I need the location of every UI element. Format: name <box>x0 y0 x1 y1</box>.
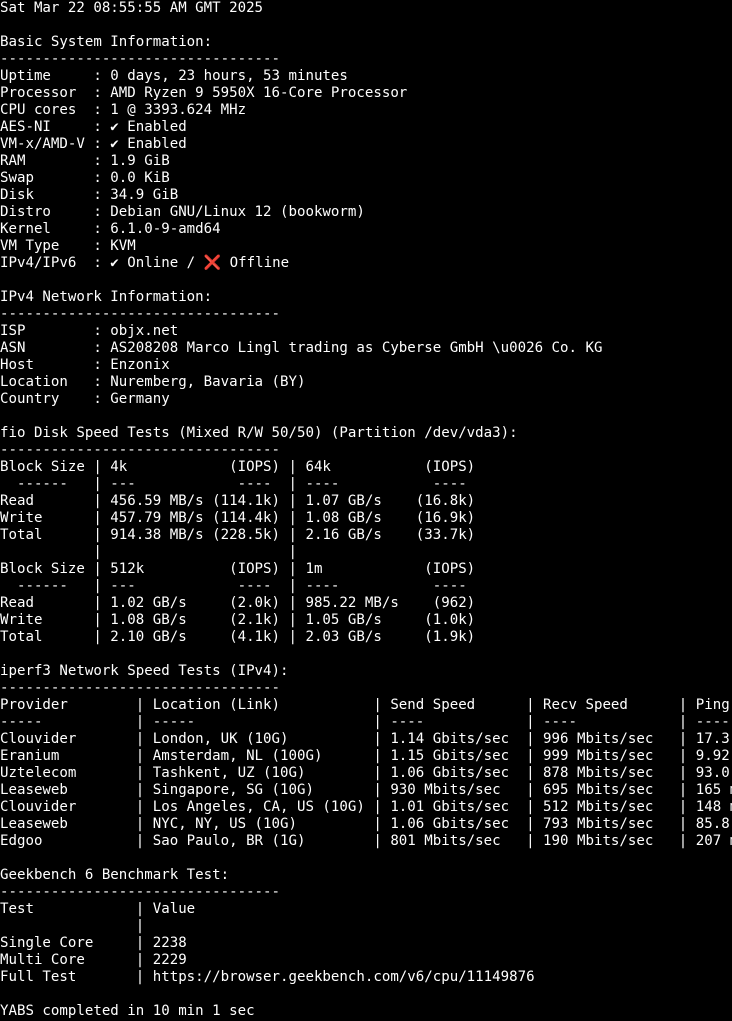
terminal-line: Read | 456.59 MB/s (114.1k) | 1.07 GB/s … <box>0 493 476 509</box>
terminal-line: Disk : 34.9 GiB <box>0 187 179 203</box>
terminal-line: Block Size | 512k (IOPS) | 1m (IOPS) <box>0 561 476 577</box>
terminal-line: VM-x/AMD-V : ✔ Enabled <box>0 136 187 152</box>
terminal-line: Sat Mar 22 08:55:55 AM GMT 2025 <box>0 0 264 16</box>
terminal-line: Kernel : 6.1.0-9-amd64 <box>0 221 221 237</box>
terminal-line: IPv4/IPv6 : ✔ Online / ❌ Offline <box>0 255 290 271</box>
terminal-line: Clouvider | London, UK (10G) | 1.14 Gbit… <box>0 731 732 747</box>
terminal-line: --------------------------------- <box>0 51 281 67</box>
terminal-output[interactable]: Sat Mar 22 08:55:55 AM GMT 2025 Basic Sys… <box>0 0 732 1021</box>
terminal-line: Clouvider | Los Angeles, CA, US (10G) | … <box>0 799 732 815</box>
terminal-line: Write | 1.08 GB/s (2.1k) | 1.05 GB/s (1.… <box>0 612 476 628</box>
terminal-line: Edgoo | Sao Paulo, BR (1G) | 801 Mbits/s… <box>0 833 732 849</box>
terminal-line: Processor : AMD Ryzen 9 5950X 16-Core Pr… <box>0 85 408 101</box>
terminal-line: RAM : 1.9 GiB <box>0 153 170 169</box>
terminal-line: --------------------------------- <box>0 884 281 900</box>
terminal-line: Country : Germany <box>0 391 170 407</box>
terminal-line: Distro : Debian GNU/Linux 12 (bookworm) <box>0 204 365 220</box>
terminal-line: iperf3 Network Speed Tests (IPv4): <box>0 663 289 679</box>
terminal-line: --------------------------------- <box>0 442 281 458</box>
terminal-line: Full Test | https://browser.geekbench.co… <box>0 969 535 985</box>
terminal-line: Total | 2.10 GB/s (4.1k) | 2.03 GB/s (1.… <box>0 629 476 645</box>
terminal-line: Multi Core | 2229 <box>0 952 187 968</box>
terminal-line: Basic System Information: <box>0 34 213 50</box>
terminal-line: Single Core | 2238 <box>0 935 187 951</box>
terminal-line: --------------------------------- <box>0 680 281 696</box>
terminal-line: ASN : AS208208 Marco Lingl trading as Cy… <box>0 340 603 356</box>
terminal-line: Uptime : 0 days, 23 hours, 53 minutes <box>0 68 348 84</box>
terminal-line: ----- | ----- | ---- | ---- | ---- <box>0 714 730 730</box>
terminal-line: fio Disk Speed Tests (Mixed R/W 50/50) (… <box>0 425 518 441</box>
terminal-line: ------ | --- ---- | ---- ---- <box>0 476 467 492</box>
terminal-line: | <box>0 918 145 934</box>
terminal-line: Read | 1.02 GB/s (2.0k) | 985.22 MB/s (9… <box>0 595 476 611</box>
terminal-line: Block Size | 4k (IOPS) | 64k (IOPS) <box>0 459 476 475</box>
terminal-line: Write | 457.79 MB/s (114.4k) | 1.08 GB/s… <box>0 510 476 526</box>
terminal-line: Uztelecom | Tashkent, UZ (10G) | 1.06 Gb… <box>0 765 732 781</box>
terminal-line: Provider | Location (Link) | Send Speed … <box>0 697 730 713</box>
terminal-line: | | <box>0 544 297 560</box>
terminal-line: Geekbench 6 Benchmark Test: <box>0 867 230 883</box>
terminal-line: ISP : objx.net <box>0 323 179 339</box>
terminal-line: AES-NI : ✔ Enabled <box>0 119 187 135</box>
terminal-line: VM Type : KVM <box>0 238 136 254</box>
terminal-line: IPv4 Network Information: <box>0 289 213 305</box>
terminal-line: Test | Value <box>0 901 196 917</box>
terminal-line: Host : Enzonix <box>0 357 170 373</box>
terminal-line: YABS completed in 10 min 1 sec <box>0 1003 255 1019</box>
terminal-line: Swap : 0.0 KiB <box>0 170 170 186</box>
terminal-line: Leaseweb | Singapore, SG (10G) | 930 Mbi… <box>0 782 732 798</box>
terminal-line: Leaseweb | NYC, NY, US (10G) | 1.06 Gbit… <box>0 816 732 832</box>
terminal-line: ------ | --- ---- | ---- ---- <box>0 578 467 594</box>
terminal-line: Eranium | Amsterdam, NL (100G) | 1.15 Gb… <box>0 748 732 764</box>
terminal-line: CPU cores : 1 @ 3393.624 MHz <box>0 102 247 118</box>
terminal-line: --------------------------------- <box>0 306 281 322</box>
terminal-line: Location : Nuremberg, Bavaria (BY) <box>0 374 306 390</box>
terminal-line: Total | 914.38 MB/s (228.5k) | 2.16 GB/s… <box>0 527 476 543</box>
